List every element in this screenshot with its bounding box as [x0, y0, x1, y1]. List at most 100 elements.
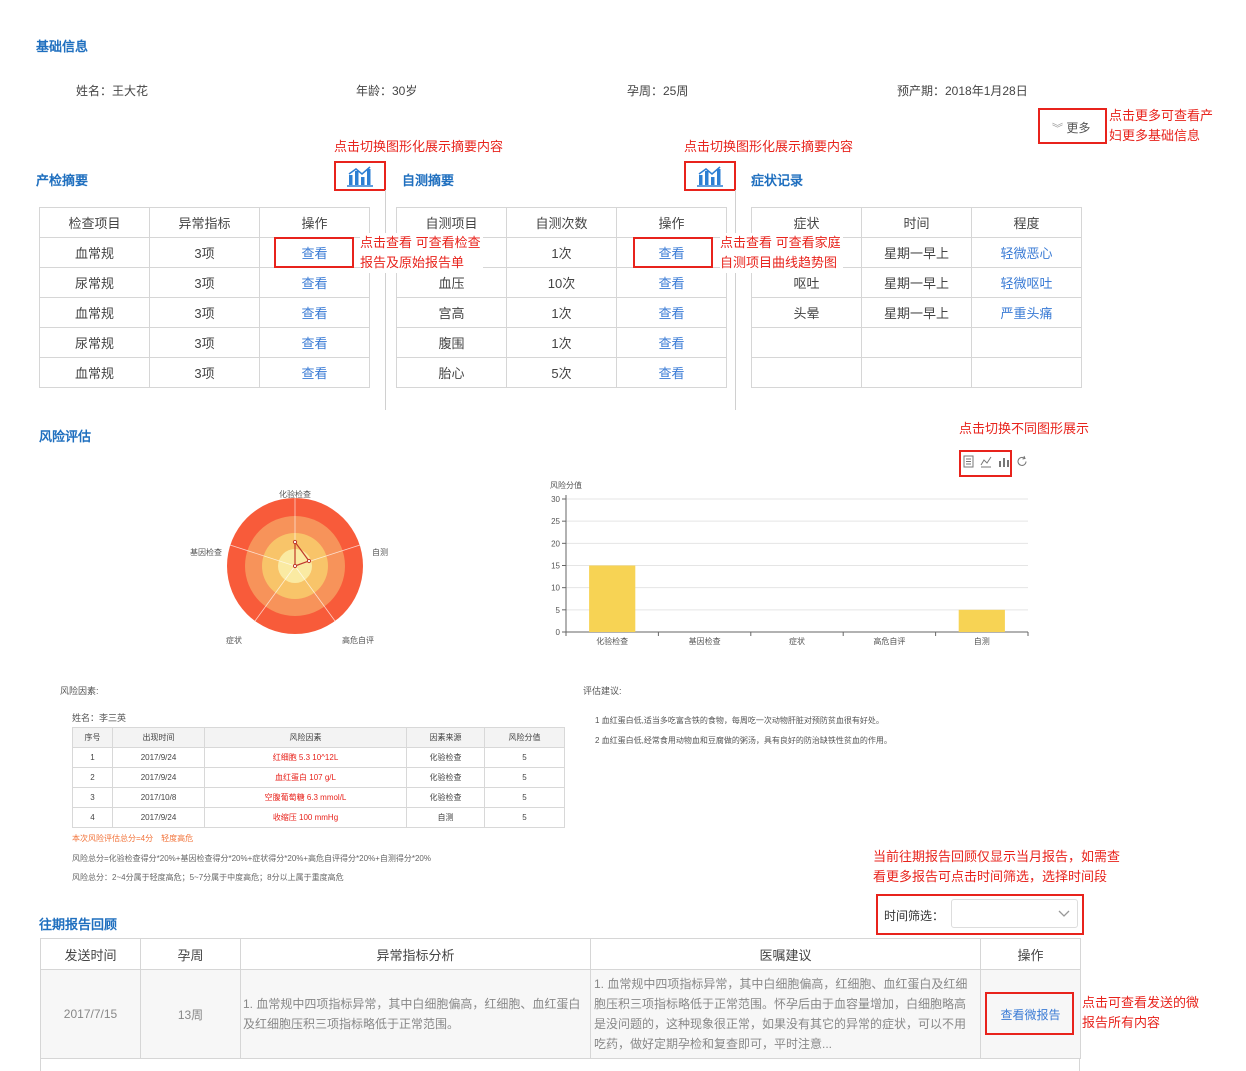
column-header: 异常指标分析	[240, 938, 591, 970]
y-tick-label: 25	[551, 517, 560, 526]
view-report-highlight	[985, 992, 1074, 1035]
annotation-line: 点击查看 可查看检查	[360, 235, 481, 250]
table-row: 3 2017/10/8 空腹葡萄糖 6.3 mmol/L 化验检查 5	[72, 787, 565, 808]
table-row: 腹围 1次 查看	[396, 327, 727, 358]
risk-factor-table: 序号 出现时间 风险因素 因素来源 风险分值 1 2017/9/24 红细胞 5…	[72, 727, 565, 828]
exam-item: 尿常规	[39, 327, 150, 358]
self-test-count: 1次	[506, 297, 617, 328]
bar	[958, 609, 1005, 632]
column-header: 因素来源	[406, 727, 485, 748]
exam-item: 尿常规	[39, 267, 150, 298]
symptom-severity	[971, 357, 1082, 388]
y-tick-label: 15	[551, 562, 560, 571]
column-header: 时间	[861, 207, 972, 238]
exam-item: 血常规	[39, 357, 150, 388]
table-row: 血常规 3项 查看	[39, 297, 370, 328]
table-row: 4 2017/9/24 收缩压 100 mmHg 自测 5	[72, 807, 565, 828]
x-tick-label: 自测	[974, 636, 990, 646]
symptom-time: 星期一早上	[861, 297, 972, 328]
table-row	[751, 327, 1082, 358]
self-test-item: 胎心	[396, 357, 507, 388]
y-tick-label: 10	[551, 584, 560, 593]
exam-item: 血常规	[39, 237, 150, 268]
radar-point	[292, 539, 298, 545]
column-header: 风险分值	[484, 727, 565, 748]
bar-chart-icon[interactable]	[347, 165, 373, 187]
risk-summary: 本次风险评估总分=4分 轻度高危	[72, 834, 194, 843]
view-link[interactable]: 查看	[301, 276, 327, 291]
data-view-icon[interactable]	[963, 455, 974, 468]
patient-name: 姓名：王大花	[76, 84, 149, 98]
severity-link[interactable]: 严重头痛	[1000, 306, 1052, 321]
annotation-line: 看更多报告可点击时间筛选，选择时间段	[873, 869, 1108, 884]
more-button[interactable]: ︾ 更多	[1052, 119, 1090, 136]
view-link[interactable]: 查看	[658, 306, 684, 321]
occur-time: 2017/9/24	[112, 767, 205, 788]
column-header: 风险因素	[204, 727, 407, 748]
line-chart-icon[interactable]	[980, 455, 992, 468]
view-link[interactable]: 查看	[658, 276, 684, 291]
symptom-time	[861, 327, 972, 358]
severity-link[interactable]: 轻微呕吐	[1000, 276, 1052, 291]
risk-factor: 空腹葡萄糖 6.3 mmol/L	[204, 787, 407, 808]
occur-time: 2017/10/8	[112, 787, 205, 808]
bar-chart-icon[interactable]	[697, 165, 723, 187]
column-header: 操作	[259, 207, 370, 238]
radar-label: 自测	[372, 547, 388, 557]
x-tick-label: 症状	[789, 636, 805, 646]
refresh-icon[interactable]	[1016, 455, 1028, 468]
view-self-annotation: 点击查看 可查看家庭 自测项目曲线趋势图	[720, 233, 843, 273]
view-link[interactable]: 查看	[658, 366, 684, 381]
chevron-down-icon	[1058, 910, 1070, 917]
radar-point	[292, 563, 298, 569]
risk-levels: 风险总分：2~4分属于轻度高危；5~7分属于中度高危；8分以上属于重度高危	[72, 873, 344, 882]
view-link[interactable]: 查看	[301, 366, 327, 381]
self-test-count: 1次	[506, 327, 617, 358]
abnormal-count: 3项	[149, 267, 260, 298]
view-highlight-2	[633, 237, 713, 268]
x-tick-label: 高危自评	[873, 636, 905, 646]
x-tick-label: 化验检查	[596, 636, 628, 646]
column-header: 医嘱建议	[590, 938, 981, 970]
self-test-count: 5次	[506, 357, 617, 388]
table-row: 胎心 5次 查看	[396, 357, 727, 388]
medical-advice: 1. 血常规中四项指标异常，其中白细胞偏高，红细胞、血红蛋白及红细胞压积三项指标…	[590, 969, 981, 1059]
table-row: 尿常规 3项 查看	[39, 327, 370, 358]
y-tick-label: 0	[556, 628, 561, 637]
symptom-time: 星期一早上	[861, 267, 972, 298]
divider	[385, 190, 386, 410]
advice-item: 2 血红蛋白低,经常食用动物血和豆腐做的粥汤，具有良好的防治缺铁性贫血的作用。	[595, 736, 892, 745]
y-tick-label: 30	[551, 495, 560, 504]
chart-toolbar	[963, 455, 1028, 468]
symptom-name	[751, 357, 862, 388]
risk-assessment-title: 风险评估	[39, 429, 92, 444]
exam-summary-table: 检查项目 异常指标 操作 血常规 3项 查看 尿常规 3项 查看 血常规 3项 …	[39, 207, 370, 388]
self-test-count: 10次	[506, 267, 617, 298]
abnormal-count: 3项	[149, 327, 260, 358]
annotation-line: 妇更多基础信息	[1109, 128, 1201, 143]
bar-chart-icon[interactable]	[998, 455, 1010, 468]
time-filter-select[interactable]	[951, 899, 1078, 928]
switch-annotation-1: 点击切换图形化展示摘要内容	[334, 139, 504, 154]
view-link[interactable]: 查看	[658, 336, 684, 351]
view-link[interactable]: 查看	[301, 306, 327, 321]
y-tick-label: 5	[556, 606, 561, 615]
table-row-partial	[40, 1058, 1080, 1071]
view-link[interactable]: 查看	[301, 336, 327, 351]
advice-item: 1 血红蛋白低,适当多吃富含铁的食物，每周吃一次动物肝脏对预防贫血很有好处。	[595, 716, 884, 725]
annotation-line: 自测项目曲线趋势图	[720, 255, 838, 270]
radar-label: 化验检查	[279, 489, 311, 499]
gestational-week: 孕周：25周	[627, 84, 689, 98]
symptom-record-title: 症状记录	[751, 173, 804, 188]
column-header: 孕周	[140, 938, 241, 970]
abnormal-analysis: 1. 血常规中四项指标异常，其中白细胞偏高，红细胞、血红蛋白及红细胞压积三项指标…	[240, 969, 591, 1059]
send-date: 2017/7/15	[40, 969, 141, 1059]
column-header: 序号	[72, 727, 113, 748]
symptom-time: 星期一早上	[861, 237, 972, 268]
annotation-line: 点击更多可查看产	[1109, 108, 1214, 123]
annotation-line: 报告所有内容	[1082, 1015, 1161, 1030]
exam-summary-title: 产检摘要	[36, 173, 89, 188]
severity-link[interactable]: 轻微恶心	[1000, 246, 1052, 261]
column-header: 操作	[616, 207, 727, 238]
table-row: 2017/7/15 13周 1. 血常规中四项指标异常，其中白细胞偏高，红细胞、…	[40, 969, 1081, 1059]
